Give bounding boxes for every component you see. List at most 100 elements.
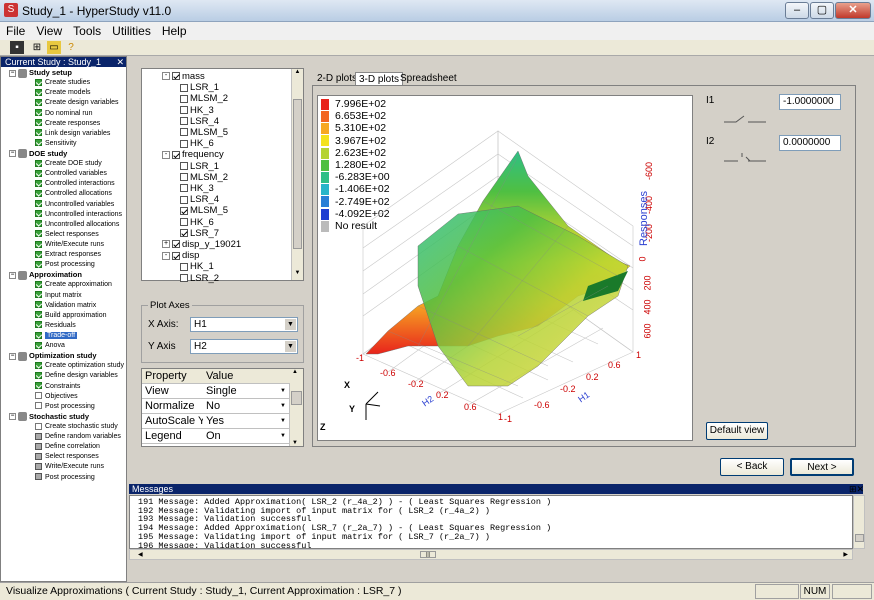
menu-utilities[interactable]: Utilities bbox=[106, 22, 156, 38]
study-step[interactable]: Controlled interactions bbox=[35, 179, 115, 189]
study-group[interactable]: − Optimization study bbox=[9, 351, 97, 361]
property-row[interactable]: View Single ▼ bbox=[142, 384, 290, 399]
response-tree-item[interactable]: LSR_1 bbox=[180, 161, 219, 172]
response-tree-item[interactable]: HK_6 bbox=[180, 217, 214, 228]
study-step[interactable]: Define random variables bbox=[35, 432, 121, 442]
tab-2-d-plots[interactable]: 2-D plots bbox=[314, 72, 360, 85]
study-step[interactable]: Write/Execute runs bbox=[35, 240, 104, 250]
checkbox[interactable] bbox=[180, 262, 188, 271]
collapse-icon[interactable]: - bbox=[162, 72, 170, 81]
study-step[interactable]: Create responses bbox=[35, 119, 100, 129]
collapse-icon[interactable]: − bbox=[9, 271, 16, 279]
checkbox[interactable] bbox=[180, 218, 188, 227]
study-step[interactable]: Input matrix bbox=[35, 291, 82, 301]
response-tree-item[interactable]: - mass bbox=[162, 71, 205, 82]
response-tree-item[interactable]: MLSM_2 bbox=[180, 172, 228, 183]
study-step[interactable]: Select responses bbox=[35, 452, 99, 462]
checkbox[interactable] bbox=[180, 83, 188, 92]
property-row[interactable]: Normalize No ▼ bbox=[142, 399, 290, 414]
save-icon[interactable]: ▪ bbox=[10, 41, 24, 54]
tab-spreadsheet[interactable]: Spreadsheet bbox=[397, 72, 460, 85]
i1-input[interactable]: -1.0000000 bbox=[779, 94, 841, 110]
checkbox[interactable] bbox=[172, 72, 180, 81]
study-step[interactable]: Anova bbox=[35, 341, 65, 351]
messages-vscroll[interactable] bbox=[853, 495, 865, 549]
response-tree-item[interactable]: LSR_4 bbox=[180, 116, 219, 127]
menu-file[interactable]: File bbox=[0, 22, 30, 38]
study-step[interactable]: Validation matrix bbox=[35, 301, 96, 311]
checkbox[interactable] bbox=[180, 139, 188, 148]
study-group[interactable]: − DOE study bbox=[9, 149, 67, 159]
checkbox[interactable] bbox=[180, 195, 188, 204]
study-step[interactable]: Do nominal run bbox=[35, 109, 92, 119]
response-tree-item[interactable]: HK_3 bbox=[180, 183, 214, 194]
study-step[interactable]: Sensitivity bbox=[35, 139, 77, 149]
study-step[interactable]: Select responses bbox=[35, 230, 99, 240]
checkbox[interactable] bbox=[180, 106, 188, 115]
checkbox[interactable] bbox=[180, 173, 188, 182]
study-step[interactable]: Write/Execute runs bbox=[35, 462, 104, 472]
response-tree-item[interactable]: HK_3 bbox=[180, 105, 214, 116]
chevron-down-icon[interactable]: ▼ bbox=[280, 401, 288, 411]
property-value[interactable]: Single bbox=[206, 384, 286, 398]
study-step[interactable]: Create design variables bbox=[35, 98, 119, 108]
response-tree-item[interactable]: MLSM_5 bbox=[180, 127, 228, 138]
menu-tools[interactable]: Tools bbox=[67, 22, 106, 38]
response-tree-item[interactable]: LSR_4 bbox=[180, 194, 219, 205]
study-step[interactable]: Build approximation bbox=[35, 311, 106, 321]
study-step[interactable]: Post processing bbox=[35, 402, 95, 412]
close-button[interactable]: ✕ bbox=[835, 2, 871, 19]
response-tree-item[interactable]: LSR_7 bbox=[180, 228, 219, 239]
study-step[interactable]: Post processing bbox=[35, 260, 95, 270]
help-icon[interactable]: ? bbox=[64, 41, 78, 54]
study-step[interactable]: Controlled variables bbox=[35, 169, 107, 179]
property-value[interactable]: No bbox=[206, 399, 286, 413]
menu-view[interactable]: View bbox=[30, 22, 67, 38]
response-tree-item[interactable]: LSR_2 bbox=[180, 273, 219, 284]
menu-help[interactable]: Help bbox=[156, 22, 192, 38]
study-step[interactable]: Objectives bbox=[35, 392, 78, 402]
checkbox[interactable] bbox=[180, 128, 188, 137]
study-step[interactable]: Trade-off bbox=[35, 331, 78, 341]
property-row[interactable]: Legend On ▼ bbox=[142, 429, 290, 444]
study-group[interactable]: − Study setup bbox=[9, 68, 72, 78]
response-tree-item[interactable]: MLSM_5 bbox=[180, 205, 228, 216]
study-step[interactable]: Uncontrolled variables bbox=[35, 200, 114, 210]
back-button[interactable]: < Back bbox=[720, 458, 784, 476]
study-group[interactable]: − Approximation bbox=[9, 270, 82, 280]
study-step[interactable]: Create stochastic study bbox=[35, 422, 118, 432]
checkbox[interactable] bbox=[180, 274, 188, 283]
maximize-button[interactable]: ▢ bbox=[810, 2, 834, 19]
chevron-down-icon[interactable]: ▼ bbox=[280, 386, 288, 396]
study-step[interactable]: Create models bbox=[35, 88, 91, 98]
x-axis-select[interactable]: H1 ▼ bbox=[190, 317, 298, 332]
tree-icon[interactable]: ⊞ bbox=[30, 41, 44, 54]
study-step[interactable]: Residuals bbox=[35, 321, 76, 331]
collapse-icon[interactable]: − bbox=[9, 352, 16, 360]
messages-hscroll[interactable]: ◀ ||| ▶ bbox=[129, 549, 853, 560]
response-tree-item[interactable]: HK_6 bbox=[180, 138, 214, 149]
collapse-icon[interactable]: − bbox=[9, 69, 16, 77]
checkbox[interactable] bbox=[180, 117, 188, 126]
checkbox[interactable] bbox=[172, 240, 180, 249]
study-step[interactable]: Create optimization study bbox=[35, 361, 124, 371]
collapse-icon[interactable]: − bbox=[9, 413, 16, 421]
y-axis-select[interactable]: H2 ▼ bbox=[190, 339, 298, 354]
study-step[interactable]: Create studies bbox=[35, 78, 90, 88]
study-step[interactable]: Create approximation bbox=[35, 280, 112, 290]
i2-input[interactable]: 0.0000000 bbox=[779, 135, 841, 151]
collapse-icon[interactable]: - bbox=[162, 251, 170, 260]
response-tree-item[interactable]: LSR_1 bbox=[180, 82, 219, 93]
checkbox[interactable] bbox=[172, 251, 180, 260]
next-button[interactable]: Next > bbox=[790, 458, 854, 476]
tab-3-d-plots[interactable]: 3-D plots bbox=[355, 72, 404, 86]
checkbox[interactable] bbox=[180, 206, 188, 215]
chevron-down-icon[interactable]: ▼ bbox=[280, 416, 288, 426]
close-panel-icon[interactable]: ✕ bbox=[116, 57, 124, 67]
property-value[interactable]: Yes bbox=[206, 414, 286, 428]
response-tree-item[interactable]: - disp bbox=[162, 250, 199, 261]
checkbox[interactable] bbox=[180, 94, 188, 103]
expand-icon[interactable]: + bbox=[162, 240, 170, 249]
collapse-icon[interactable]: - bbox=[162, 150, 170, 159]
checkbox[interactable] bbox=[180, 184, 188, 193]
